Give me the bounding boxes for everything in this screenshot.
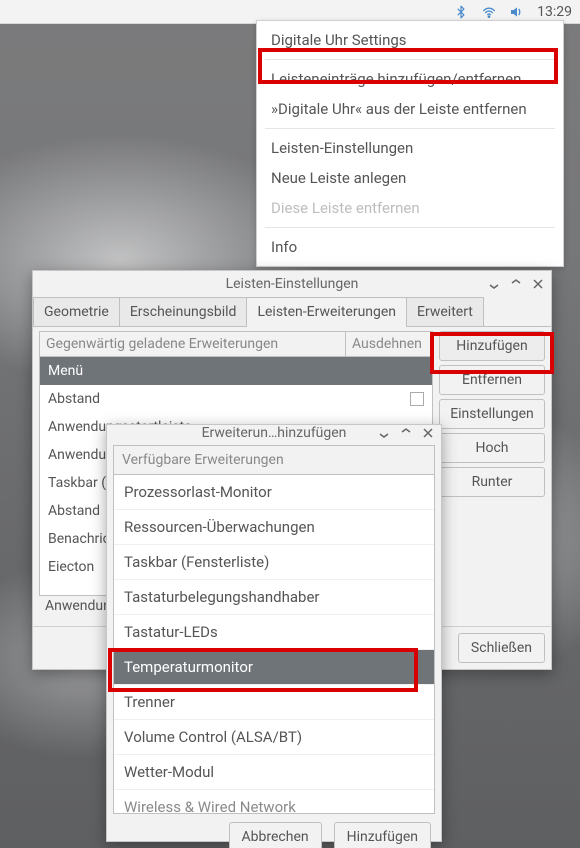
add-extension-titlebar[interactable]: Erweiterun…hinzufügen [107,425,441,441]
list-item[interactable]: Wireless & Wired Network [114,789,434,814]
list-header-row: Gegenwärtig geladene Erweiterungen Ausde… [39,331,433,357]
tab-advanced[interactable]: Erweitert [406,297,484,326]
available-extensions-list[interactable]: Prozessorlast-Monitor Ressourcen-Überwac… [113,474,435,814]
panel-settings-title: Leisten-Einstellungen [226,276,359,292]
list-item[interactable]: Prozessorlast-Monitor [114,475,434,509]
panel-context-menu: Digitale Uhr Settings Leisteneinträge hi… [256,20,564,267]
column-header-name[interactable]: Gegenwärtig geladene Erweiterungen [40,332,346,356]
remove-button[interactable]: Entfernen [439,365,545,395]
tab-geometry[interactable]: Geometrie [33,297,120,326]
cancel-button[interactable]: Abbrechen [229,822,322,848]
list-item[interactable]: Taskbar (Fensterliste) [114,544,434,579]
ctx-separator [265,128,555,129]
list-item-selected[interactable]: Temperaturmonitor [114,649,434,684]
panel-settings-titlebar[interactable]: Leisten-Einstellungen [33,271,551,297]
list-item[interactable]: Tastatur-LEDs [114,614,434,649]
tabs: Geometrie Erscheinungsbild Leisten-Erwei… [33,297,551,327]
up-button[interactable]: Hoch [439,433,545,463]
add-button[interactable]: Hinzufügen [334,822,431,848]
ctx-separator [265,59,555,60]
ctx-info[interactable]: Info [257,232,563,262]
ctx-clock-settings[interactable]: Digitale Uhr Settings [257,25,563,55]
column-header-expand[interactable]: Ausdehnen [346,332,432,356]
ctx-new-panel[interactable]: Neue Leiste anlegen [257,163,563,193]
settings-button[interactable]: Einstellungen [439,399,545,429]
minimize-icon[interactable] [485,275,503,293]
ctx-separator [265,227,555,228]
minimize-icon[interactable] [375,424,393,442]
bluetooth-icon[interactable] [453,4,469,20]
close-button[interactable]: Schließen [458,633,545,663]
maximize-icon[interactable] [507,275,525,293]
ctx-remove-clock[interactable]: »Digitale Uhr« aus der Leiste entfernen [257,94,563,124]
add-button[interactable]: Hinzufügen [439,331,545,361]
expand-checkbox[interactable] [410,392,424,406]
add-extension-title: Erweiterun…hinzufügen [202,425,347,441]
ctx-remove-panel: Diese Leiste entfernen [257,193,563,223]
ctx-add-remove-panel-items[interactable]: Leisteneinträge hinzufügen/entfernen [257,64,563,94]
wifi-icon[interactable] [481,4,497,20]
tab-appearance[interactable]: Erscheinungsbild [119,297,248,326]
down-button[interactable]: Runter [439,467,545,497]
list-item[interactable]: Volume Control (ALSA/BT) [114,719,434,754]
list-item[interactable]: Ressourcen-Überwachungen [114,509,434,544]
tab-panel-extensions[interactable]: Leisten-Erweiterungen [246,297,407,326]
clock[interactable]: 13:29 [537,4,572,20]
close-icon[interactable] [529,275,547,293]
volume-icon[interactable] [509,4,525,20]
maximize-icon[interactable] [397,424,415,442]
available-header[interactable]: Verfügbare Erweiterungen [113,445,435,474]
list-item[interactable]: Trenner [114,684,434,719]
list-item[interactable]: Wetter-Modul [114,754,434,789]
ctx-panel-settings[interactable]: Leisten-Einstellungen [257,133,563,163]
close-icon[interactable] [419,424,437,442]
list-item[interactable]: Menü [40,357,432,385]
list-item[interactable]: Tastaturbelegungshandhaber [114,579,434,614]
add-extension-window: Erweiterun…hinzufügen Verfügbare Erweite… [106,424,442,842]
list-item[interactable]: Abstand [40,385,432,413]
